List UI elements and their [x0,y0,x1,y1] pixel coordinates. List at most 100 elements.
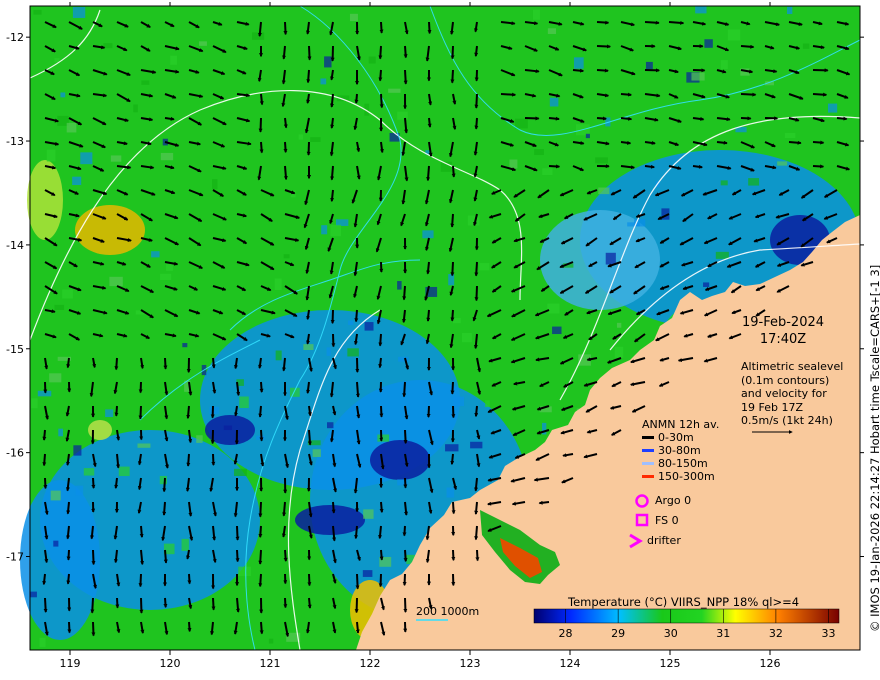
sst-pixel [422,230,434,239]
velocity-arrow [258,405,263,418]
sst-pixel [368,56,376,64]
velocity-arrow [692,116,705,121]
sst-pixel [283,254,290,259]
sst-pixel [160,152,174,161]
velocity-arrow [114,357,119,371]
velocity-arrow [258,573,263,588]
depth-scale-label: 200 1000m [416,605,480,618]
velocity-arrow [283,21,288,36]
velocity-arrow [596,20,610,25]
velocity-arrow [211,357,216,369]
velocity-arrow [354,525,359,540]
sst-pixel [321,225,328,235]
velocity-arrow [258,549,263,565]
velocity-arrow [548,164,561,169]
sst-pixel [234,468,247,476]
credit-text: © IMOS 19-Jan-2026 22:14:27 Hobart time … [868,264,880,632]
sst-pixel [388,88,401,93]
velocity-arrow [354,309,359,323]
velocity-arrow [716,140,728,145]
velocity-arrow [115,597,120,609]
lat-tick-label: -14 [6,239,24,252]
lon-tick-label: 122 [360,657,381,670]
velocity-arrow [212,525,217,541]
velocity-arrow [572,68,585,73]
velocity-arrow [258,357,263,369]
sst-pixel [348,320,354,325]
sst-pixel [777,161,788,166]
velocity-arrow [283,117,288,129]
sst-pixel [695,6,707,14]
velocity-arrow [379,405,384,418]
velocity-arrow [259,381,264,393]
sst-pixel [720,180,728,186]
anmn-legend-item: 150-300m [642,470,715,483]
sst-pixel [398,356,409,362]
lon-tick-label: 119 [60,657,81,670]
temperature-colorbar [533,608,840,624]
velocity-arrow [258,117,263,133]
velocity-arrow [306,309,311,320]
sst-pixel [268,638,274,644]
velocity-arrow [426,405,431,418]
velocity-arrow [450,69,455,84]
sst-pixel [209,406,220,415]
sst-pixel [445,444,459,452]
sst-pixel [238,566,251,577]
velocity-arrow [403,45,408,59]
sst-pixel [223,425,233,431]
velocity-arrow [259,429,264,442]
velocity-arrow [474,525,479,541]
velocity-arrow [450,381,455,395]
sst-patch [27,160,63,240]
sst-pixel [574,57,584,69]
colorbar-tick-label: 28 [559,627,573,640]
velocity-arrow [186,453,191,467]
velocity-arrow [548,116,560,121]
velocity-arrow [473,333,478,350]
velocity-arrow [378,69,383,82]
velocity-arrow [403,549,408,563]
velocity-arrow [355,621,360,634]
sst-pixel [105,409,114,418]
velocity-arrow [812,164,825,169]
velocity-arrow [451,549,456,561]
colorbar-tick-label: 29 [611,627,625,640]
sst-pixel [160,273,172,281]
sst-pixel [62,289,73,299]
velocity-arrow [450,453,455,465]
velocity-arrow [259,621,264,635]
velocity-arrow [330,93,335,108]
lon-tick-label: 123 [460,657,481,670]
velocity-arrow [235,525,240,541]
sst-pixel [377,434,390,442]
velocity-arrow [378,525,383,540]
sst-pixel [137,443,151,448]
velocity-arrow [91,477,96,489]
velocity-arrow [355,573,360,590]
sst-pixel [53,540,59,547]
date-line: 19-Feb-2024 [741,315,825,330]
velocity-arrow [402,309,406,324]
velocity-arrow [668,20,685,25]
velocity-arrow [451,501,456,515]
sst-pixel [133,104,138,113]
anmn-label: 30-80m [658,444,701,457]
velocity-arrow [836,116,848,121]
altimetry-line: 0.5m/s (1kt 24h) [741,414,833,427]
sst-pixel [532,9,540,20]
altimetry-line: Altimetric sealevel [741,360,844,373]
sst-pixel [298,134,303,140]
depth-swatch [642,475,654,478]
date-stamp: 19-Feb-2024 17:40Z [730,314,836,348]
velocity-arrow [330,165,335,181]
depth-swatch [642,462,654,465]
sst-pixel [320,78,327,85]
sst-pixel [159,475,167,485]
sst-pixel [802,43,810,49]
velocity-arrow [306,381,311,394]
sst-pixel [547,28,557,34]
sst-pixel [251,32,265,40]
velocity-arrow [234,405,239,417]
velocity-arrow [378,357,383,369]
